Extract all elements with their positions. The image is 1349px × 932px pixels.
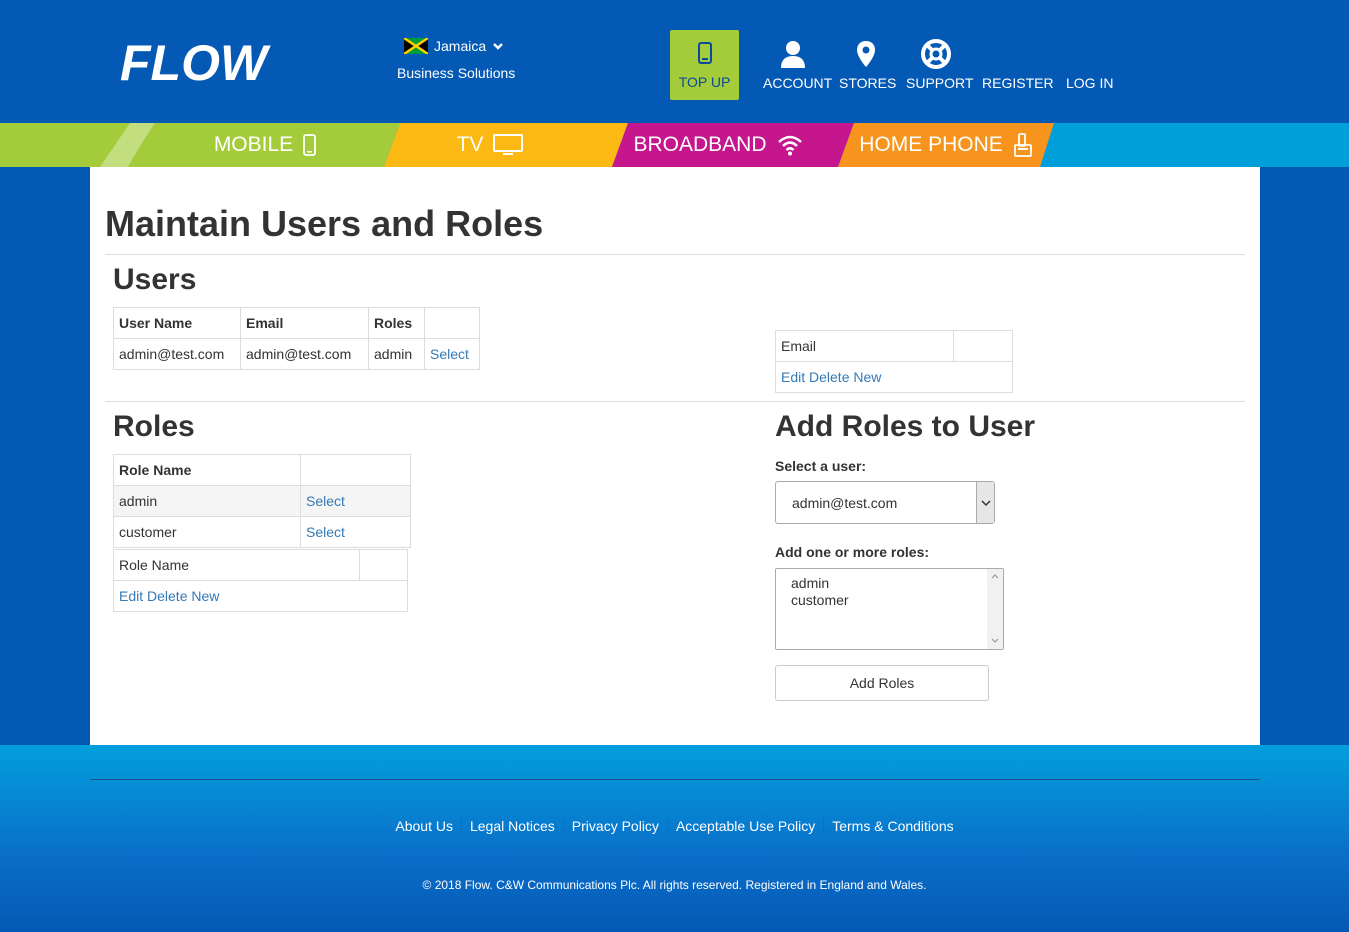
nav-login[interactable]: LOG IN (1066, 75, 1113, 91)
product-broadband[interactable]: BROADBAND (628, 123, 808, 167)
select-user-link[interactable]: Select (430, 346, 469, 362)
footer-link-acceptable-use[interactable]: Acceptable Use Policy (666, 818, 823, 834)
actions-cell: Edit Delete New (113, 580, 408, 612)
table-row: admin Select (113, 485, 411, 517)
table-row: Edit Delete New (775, 361, 1013, 393)
site-header: FLOW Jamaica Business Solutions TOP UP A… (0, 0, 1349, 123)
nav-stores[interactable]: STORES (839, 75, 896, 91)
user-email-cell: admin@test.com (240, 338, 369, 370)
footer-divider (90, 779, 1260, 780)
listbox-option[interactable]: admin (791, 575, 988, 592)
roles-table: Role Name admin Select customer Select (113, 454, 411, 548)
jamaica-flag-icon (404, 38, 428, 54)
users-table: User Name Email Roles admin@test.com adm… (113, 307, 480, 370)
role-name-cell: admin (113, 485, 301, 517)
flow-logo[interactable]: FLOW (120, 36, 275, 86)
role-name-label: Role Name (113, 549, 360, 581)
nav-register[interactable]: REGISTER (982, 75, 1054, 91)
footer-links: About Us Legal Notices Privacy Policy Ac… (0, 818, 1349, 834)
empty-cell (953, 330, 1013, 362)
footer-link-privacy[interactable]: Privacy Policy (562, 818, 667, 834)
role-name-cell: customer (113, 516, 301, 548)
roles-table-header: Role Name (113, 454, 411, 486)
select-cell: Select (424, 338, 480, 370)
scroll-down-icon (991, 638, 999, 643)
listbox-scrollbar[interactable] (987, 569, 1003, 649)
empty-cell (300, 454, 411, 486)
product-home-phone[interactable]: HOME PHONE (856, 123, 1036, 167)
user-roles-cell: admin (368, 338, 425, 370)
footer-link-terms[interactable]: Terms & Conditions (823, 818, 961, 834)
mobile-phone-icon (303, 134, 317, 156)
product-tv[interactable]: TV (440, 123, 540, 167)
scroll-up-icon (991, 574, 999, 579)
tv-icon (493, 134, 524, 155)
column-header: Email (240, 307, 369, 339)
footer-link-legal[interactable]: Legal Notices (460, 818, 563, 834)
column-header: Roles (368, 307, 425, 339)
email-label: Email (775, 330, 954, 362)
country-name: Jamaica (434, 38, 487, 54)
site-footer: About Us Legal Notices Privacy Policy Ac… (0, 745, 1349, 932)
edit-delete-new-links[interactable]: Edit Delete New (119, 588, 219, 604)
select-cell: Select (300, 485, 411, 517)
lifebuoy-support-icon[interactable] (921, 39, 951, 69)
copyright: © 2018 Flow. C&W Communications Plc. All… (422, 878, 927, 892)
product-bar: MOBILE TV BROADBAND HOME PHONE (0, 123, 1349, 167)
mobile-phone-icon (697, 42, 712, 64)
column-header: Role Name (113, 454, 301, 486)
select-user-label: Select a user: (775, 458, 867, 474)
add-roles-button[interactable]: Add Roles (775, 665, 989, 701)
footer-link-about[interactable]: About Us (387, 818, 461, 834)
location-pin-icon[interactable] (856, 40, 876, 68)
roles-heading: Roles (113, 410, 195, 443)
users-table-header: User Name Email Roles (113, 307, 480, 339)
product-mobile[interactable]: MOBILE (200, 123, 330, 167)
select-cell: Select (300, 516, 411, 548)
actions-cell: Edit Delete New (775, 361, 1013, 393)
column-header: User Name (113, 307, 241, 339)
table-row: Role Name (113, 549, 408, 581)
add-roles-heading: Add Roles to User (775, 410, 1036, 443)
roles-multiselect[interactable]: admin customer (775, 568, 1004, 650)
user-name-cell: admin@test.com (113, 338, 241, 370)
page-title: Maintain Users and Roles (105, 203, 544, 244)
table-row: admin@test.com admin@test.com admin Sele… (113, 338, 480, 370)
top-up-button[interactable]: TOP UP (670, 30, 739, 100)
country-selector[interactable]: Jamaica (404, 38, 504, 54)
empty-cell (359, 549, 408, 581)
chevron-down-icon (976, 482, 994, 523)
user-select[interactable]: admin@test.com (775, 481, 995, 524)
business-solutions-link[interactable]: Business Solutions (397, 65, 515, 81)
wifi-icon (777, 135, 802, 156)
table-row: customer Select (113, 516, 411, 548)
table-row: Edit Delete New (113, 580, 408, 612)
divider (105, 401, 1245, 402)
column-header (424, 307, 480, 339)
select-role-link[interactable]: Select (306, 524, 345, 540)
nav-support[interactable]: SUPPORT (906, 75, 973, 91)
divider (105, 254, 1245, 255)
main-content: Maintain Users and Roles Users User Name… (90, 167, 1260, 745)
svg-text:FLOW: FLOW (120, 36, 271, 86)
table-row: Email (775, 330, 1013, 362)
nav-account[interactable]: ACCOUNT (763, 75, 832, 91)
account-icon[interactable] (780, 40, 806, 68)
role-form-panel: Role Name Edit Delete New (113, 549, 408, 612)
roles-listbox-label: Add one or more roles: (775, 544, 930, 560)
chevron-down-icon (493, 43, 504, 50)
edit-delete-new-links[interactable]: Edit Delete New (781, 369, 881, 385)
email-panel: Email Edit Delete New (775, 330, 1013, 393)
home-phone-icon (1013, 133, 1032, 157)
users-heading: Users (113, 263, 197, 296)
listbox-option[interactable]: customer (791, 592, 988, 609)
select-role-link[interactable]: Select (306, 493, 345, 509)
